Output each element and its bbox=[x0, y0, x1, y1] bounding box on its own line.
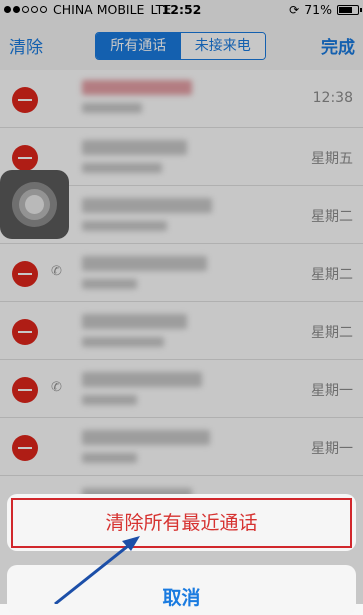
cancel-label: 取消 bbox=[162, 587, 201, 609]
highlight-box bbox=[11, 498, 352, 548]
cancel-button[interactable]: 取消 bbox=[7, 565, 356, 615]
